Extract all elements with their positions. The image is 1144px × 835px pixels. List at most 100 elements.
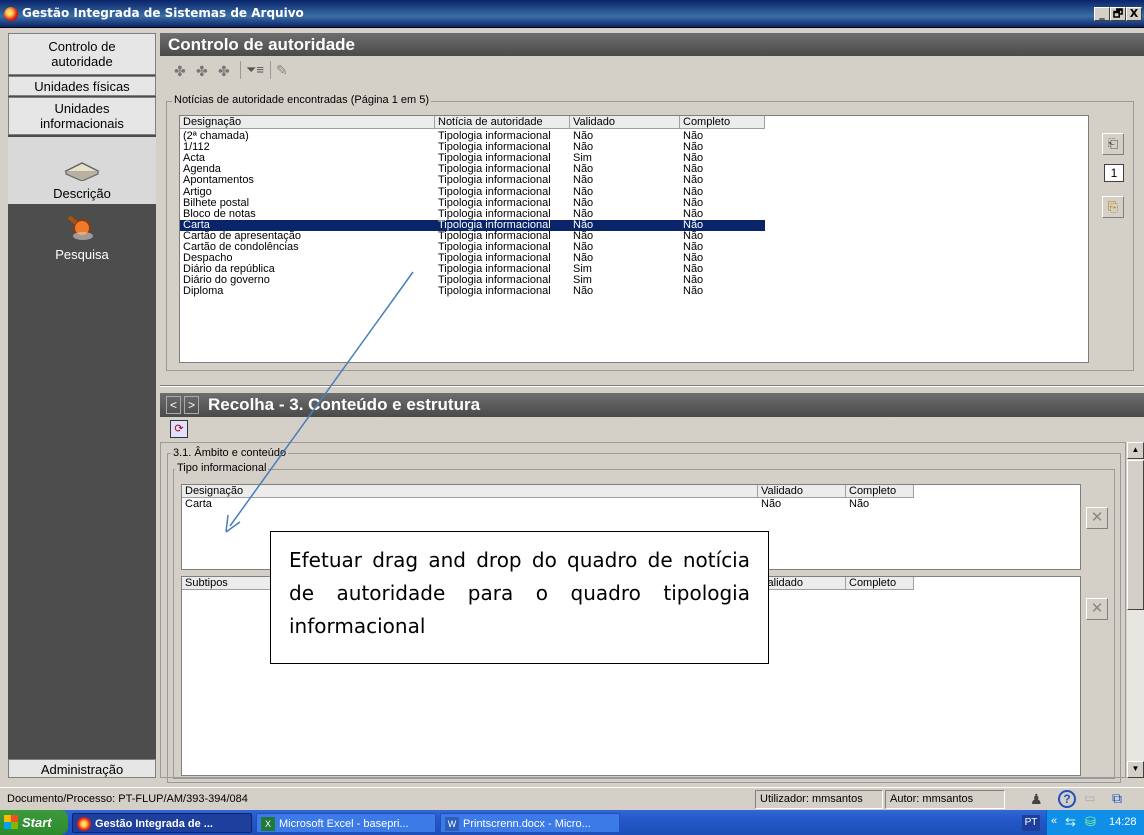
book-icon bbox=[64, 162, 100, 181]
filter-icon[interactable]: ⏷≡ bbox=[246, 62, 264, 78]
table-cell: Diploma bbox=[183, 285, 224, 298]
minimize-button[interactable]: _ bbox=[1094, 7, 1110, 21]
user-icon[interactable]: ♟ bbox=[1030, 791, 1043, 808]
column-header-authority-notice[interactable]: Notícia de autoridade bbox=[435, 116, 570, 129]
security-icon[interactable]: ⛁ bbox=[1085, 814, 1096, 830]
delete-record-icon[interactable]: ✤ bbox=[218, 63, 230, 80]
table-row[interactable]: Diploma Tipologia informacional Não Não bbox=[180, 285, 1088, 298]
table-row[interactable]: Diário da república Tipologia informacion… bbox=[180, 264, 1088, 275]
table-row[interactable]: Carta Não Não bbox=[182, 499, 1080, 510]
table-row[interactable]: Cartão de condolências Tipologia informac… bbox=[180, 242, 1088, 253]
table-row[interactable]: 1/112 Tipologia informacional Não Não bbox=[180, 142, 1088, 153]
table-row[interactable]: Cartão de apresentação Tipologia informac… bbox=[180, 230, 1088, 242]
table-cell: Apontamentos bbox=[183, 174, 254, 187]
table-cell: Tipologia informacional bbox=[438, 185, 551, 198]
sidebar-item-search-label: Pesquisa bbox=[55, 247, 109, 262]
table-cell: Não bbox=[683, 185, 704, 198]
table-cell: Tipologia informacional bbox=[438, 174, 551, 187]
authority-group-label: Notícias de autoridade encontradas (Pági… bbox=[172, 94, 431, 106]
sidebar-tab-administration[interactable]: Administração bbox=[8, 759, 156, 778]
status-author: Autor: mmsantos bbox=[885, 790, 1005, 809]
subtype-column-complete[interactable]: Completo bbox=[846, 577, 914, 590]
table-row[interactable]: Acta Tipologia informacional Sim Não bbox=[180, 153, 1088, 164]
vertical-scrollbar[interactable]: ▲ ▼ bbox=[1127, 442, 1144, 778]
next-section-button[interactable]: > bbox=[184, 396, 199, 414]
scroll-down-button[interactable]: ▼ bbox=[1127, 761, 1144, 778]
table-row[interactable]: Diário do governo Tipologia informacional… bbox=[180, 275, 1088, 286]
table-row[interactable]: Bloco de notas Tipologia informacional Não… bbox=[180, 208, 1088, 220]
section-title: Recolha - 3. Conteúdo e estrutura bbox=[208, 395, 481, 414]
tools-icon[interactable]: ✎ bbox=[276, 62, 288, 79]
window-title-bar: Gestão Integrada de Sistemas de Arquivo … bbox=[0, 0, 1144, 28]
table-cell: Não bbox=[573, 285, 594, 298]
restore-button[interactable]: 🗗 bbox=[1110, 7, 1126, 21]
language-indicator[interactable]: PT bbox=[1022, 815, 1040, 831]
table-cell: Tipologia informacional bbox=[438, 285, 551, 298]
next-page-button[interactable]: ⎘ bbox=[1102, 196, 1124, 218]
scroll-thumb[interactable] bbox=[1127, 460, 1144, 610]
table-cell: Não bbox=[683, 285, 704, 298]
taskbar-item-word[interactable]: W Printscrenn.docx - Micro... bbox=[440, 813, 620, 833]
page-number-field[interactable]: 1 bbox=[1104, 164, 1124, 182]
type-column-designation[interactable]: Designação bbox=[182, 485, 758, 498]
column-header-validated[interactable]: Validado bbox=[570, 116, 680, 129]
sidebar: Controlo de autoridade Unidades físicas … bbox=[8, 33, 156, 778]
type-column-validated[interactable]: Validado bbox=[758, 485, 846, 498]
sidebar-tab-informational-units[interactable]: Unidades informacionais bbox=[8, 97, 156, 135]
refresh-icon[interactable]: ⟳ bbox=[170, 420, 188, 438]
subtype-column-validated[interactable]: Validado bbox=[758, 577, 846, 590]
authority-table-header: Designação Notícia de autoridade Validad… bbox=[180, 116, 1088, 129]
table-cell: Artigo bbox=[183, 185, 212, 198]
table-row[interactable]: Artigo Tipologia informacional Não Não bbox=[180, 185, 1088, 198]
previous-section-button[interactable]: < bbox=[166, 396, 181, 414]
instruction-callout: Efetuar drag and drop do quadro de notíc… bbox=[270, 531, 769, 664]
type-group-label: Tipo informacional bbox=[175, 462, 269, 474]
table-cell: Bilhete postal bbox=[183, 196, 250, 209]
table-cell: Não bbox=[573, 185, 594, 198]
column-header-complete[interactable]: Completo bbox=[680, 116, 765, 129]
sidebar-item-search[interactable]: Pesquisa bbox=[8, 211, 156, 271]
table-row[interactable]: Despacho Tipologia informacional Não Não bbox=[180, 253, 1088, 264]
table-row[interactable]: Bilhete postal Tipologia informacional Não… bbox=[180, 196, 1088, 209]
expand-tray-icon[interactable]: « bbox=[1051, 815, 1057, 827]
sidebar-item-description-label: Descrição bbox=[53, 186, 111, 201]
type-column-complete[interactable]: Completo bbox=[846, 485, 914, 498]
table-cell: Não bbox=[683, 196, 704, 209]
table-row[interactable]: Agenda Tipologia informacional Não Não bbox=[180, 164, 1088, 175]
remove-type-button[interactable]: ✕ bbox=[1086, 507, 1108, 529]
help-icon[interactable]: ? bbox=[1058, 790, 1076, 808]
sidebar-tab-authority-control[interactable]: Controlo de autoridade bbox=[8, 33, 156, 75]
window-title: Gestão Integrada de Sistemas de Arquivo bbox=[22, 6, 304, 20]
app-icon bbox=[77, 817, 91, 831]
remove-subtype-button[interactable]: ✕ bbox=[1086, 598, 1108, 620]
clock: 14:28 bbox=[1109, 816, 1137, 828]
status-document: Documento/Processo: PT-FLUP/AM/393-394/0… bbox=[7, 793, 248, 805]
previous-page-button[interactable]: ⎗ bbox=[1102, 133, 1124, 155]
table-cell: Tipologia informacional bbox=[438, 196, 551, 209]
table-row[interactable]: (2ª chamada) Tipologia informacional Não Nã… bbox=[180, 131, 1088, 142]
collect-header: < > Recolha - 3. Conteúdo e estrutura bbox=[160, 393, 1144, 417]
sidebar-item-description[interactable]: Descrição bbox=[8, 137, 156, 204]
add-record-icon[interactable]: ✤ bbox=[174, 63, 186, 80]
scroll-up-button[interactable]: ▲ bbox=[1127, 442, 1144, 459]
network-icon[interactable]: ⇆ bbox=[1065, 814, 1076, 830]
taskbar: start Gestão Integrada de ... X Microsof… bbox=[0, 810, 1144, 835]
taskbar-item-excel[interactable]: X Microsoft Excel - basepri... bbox=[256, 813, 436, 833]
start-button[interactable]: start bbox=[0, 810, 68, 835]
status-bar: Documento/Processo: PT-FLUP/AM/393-394/0… bbox=[0, 787, 1144, 809]
authority-header: Controlo de autoridade bbox=[160, 33, 1144, 56]
sidebar-tab-physical-units[interactable]: Unidades físicas bbox=[8, 76, 156, 96]
table-cell: Não bbox=[573, 174, 594, 187]
table-cell: Não bbox=[573, 196, 594, 209]
column-header-designation[interactable]: Designação bbox=[180, 116, 435, 129]
taskbar-item-gisa[interactable]: Gestão Integrada de ... bbox=[72, 813, 252, 833]
table-row[interactable]: Apontamentos Tipologia informacional Não Nã… bbox=[180, 174, 1088, 187]
close-button[interactable]: X bbox=[1126, 7, 1142, 21]
edit-record-icon[interactable]: ✤ bbox=[196, 63, 208, 80]
authority-table[interactable]: Designação Notícia de autoridade Validad… bbox=[179, 115, 1089, 363]
status-user: Utilizador: mmsantos bbox=[755, 790, 883, 809]
table-cell: Não bbox=[683, 174, 704, 187]
page-title: Controlo de autoridade bbox=[168, 35, 355, 54]
window-icon[interactable]: ⧉ bbox=[1112, 790, 1122, 807]
app-icon bbox=[4, 7, 18, 21]
